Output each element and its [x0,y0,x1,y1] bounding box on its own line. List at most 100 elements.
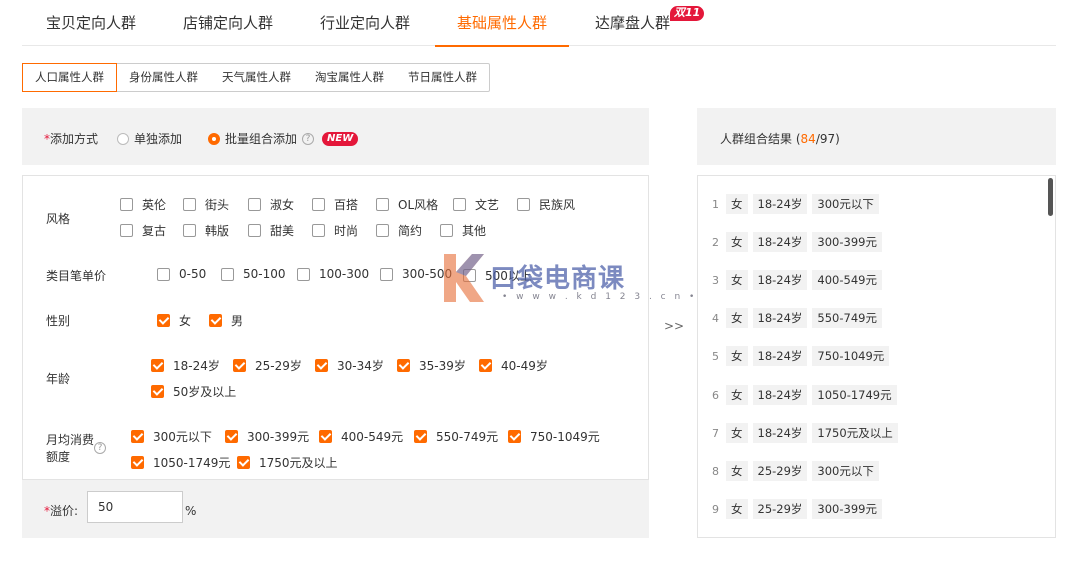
monthly-spend-label: 月均消费 额度 [46,432,94,466]
option-label: 100-300 [319,267,370,281]
spend-checkbox[interactable]: 300元以下 [131,428,212,445]
age-checkbox[interactable]: 35-39岁 [397,357,466,374]
style-checkbox[interactable]: 简约 [376,222,422,239]
premium-label: *溢价: [44,502,78,519]
spend-checkbox[interactable]: 550-749元 [414,428,498,445]
checkbox-checked [479,359,492,372]
checkbox-checked [319,430,332,443]
age-checkbox[interactable]: 30-34岁 [315,357,384,374]
subtab-identity[interactable]: 身份属性人群 [117,64,210,91]
option-label: 民族风 [539,198,576,212]
premium-bar: *溢价: 50 % [22,480,649,538]
option-label: 750-1049元 [530,430,600,444]
tag-gender: 女 [726,308,748,328]
radio-single-add[interactable]: 单独添加 [117,130,182,147]
checkbox-box [248,198,261,211]
tab-shop-targeting[interactable]: 店铺定向人群 [183,0,273,46]
option-label: 400-549元 [341,430,404,444]
gender-label: 性别 [46,314,71,328]
row-number: 7 [712,426,719,440]
option-label: 简约 [398,224,423,238]
subtab-weather[interactable]: 天气属性人群 [210,64,303,91]
price-checkbox[interactable]: 500以上 [463,267,532,284]
spend-checkbox[interactable]: 1750元及以上 [237,454,338,471]
result-row: 9 女 25-29岁 300-399元 [712,499,887,519]
spend-checkbox[interactable]: 300-399元 [225,428,309,445]
checkbox-box [380,267,393,281]
age-checkbox[interactable]: 25-29岁 [233,357,302,374]
tag-spend: 300-399元 [812,232,882,252]
result-row: 8 女 25-29岁 300元以下 [712,461,884,481]
checkbox-box [183,198,196,211]
add-to-result-button[interactable]: >> [664,319,684,333]
scrollbar[interactable] [1048,178,1053,216]
style-checkbox[interactable]: 时尚 [312,222,358,239]
style-checkbox[interactable]: 英伦 [120,196,166,213]
add-method-text: 添加方式 [50,132,99,146]
result-list[interactable]: 1 女 18-24岁 300元以下 2 女 18-24岁 300-399元 3 … [697,175,1056,538]
add-method-label: *添加方式 [44,130,98,147]
checkbox-checked [508,430,521,443]
age-checkbox[interactable]: 18-24岁 [151,357,220,374]
checkbox-box [120,198,133,211]
checkbox-box [517,198,530,211]
style-checkbox[interactable]: 韩版 [183,222,229,239]
radio-batch-label: 批量组合添加 [225,132,298,146]
style-checkbox[interactable]: OL风格 [376,196,438,213]
row-number: 6 [712,388,719,402]
subtab-taobao[interactable]: 淘宝属性人群 [303,64,396,91]
style-checkbox[interactable]: 甜美 [248,222,294,239]
tag-gender: 女 [726,423,748,443]
style-checkbox[interactable]: 复古 [120,222,166,239]
spend-checkbox[interactable]: 750-1049元 [508,428,600,445]
price-checkbox[interactable]: 0-50 [157,267,206,281]
price-checkbox[interactable]: 300-500 [380,267,452,281]
tag-gender: 女 [726,346,748,366]
price-checkbox[interactable]: 50-100 [221,267,286,281]
new-badge: NEW [322,131,359,146]
tab-damo-crowd[interactable]: 达摩盘人群 双11 [595,0,705,46]
tag-age: 25-29岁 [752,499,808,519]
checkbox-box [312,198,325,211]
radio-single-label: 单独添加 [134,132,183,146]
checkbox-checked [209,314,222,327]
result-total: 97 [819,132,836,146]
style-checkbox[interactable]: 其他 [440,222,486,239]
style-checkbox[interactable]: 文艺 [453,196,499,213]
row-number: 9 [712,502,719,516]
style-checkbox[interactable]: 淑女 [248,196,294,213]
help-icon[interactable]: ? [302,132,315,145]
style-checkbox[interactable]: 百搭 [312,196,358,213]
checkbox-checked [151,385,164,398]
option-label: 40-49岁 [501,359,548,373]
spend-checkbox[interactable]: 400-549元 [319,428,403,445]
spend-checkbox[interactable]: 1050-1749元 [131,454,230,471]
tag-spend: 1750元及以上 [812,423,898,443]
row-number: 1 [712,197,719,211]
subtab-population[interactable]: 人口属性人群 [22,63,117,92]
checkbox-checked [131,456,144,469]
premium-input[interactable]: 50 [87,491,183,523]
style-checkbox[interactable]: 街头 [183,196,229,213]
tag-age: 25-29岁 [752,461,808,481]
tag-age: 18-24岁 [752,423,808,443]
age-checkbox[interactable]: 50岁及以上 [151,383,236,400]
radio-batch-add[interactable]: 批量组合添加 ? NEW [208,130,359,147]
style-checkbox[interactable]: 民族风 [517,196,575,213]
option-label: 50-100 [243,267,286,281]
tab-item-targeting[interactable]: 宝贝定向人群 [46,0,136,46]
checkbox-checked [131,430,144,443]
gender-checkbox-male[interactable]: 男 [209,312,243,329]
row-number: 4 [712,311,719,325]
age-checkbox[interactable]: 40-49岁 [479,357,548,374]
help-icon[interactable]: ? [94,442,106,454]
subtab-holiday[interactable]: 节日属性人群 [396,64,489,91]
tab-industry-targeting[interactable]: 行业定向人群 [320,0,410,46]
tag-age: 18-24岁 [752,308,808,328]
price-label: 类目笔单价 [46,269,107,283]
tag-age: 18-24岁 [752,346,808,366]
gender-checkbox-female[interactable]: 女 [157,312,191,329]
option-label: 男 [231,314,244,328]
price-checkbox[interactable]: 100-300 [297,267,369,281]
tab-basic-attributes[interactable]: 基础属性人群 [434,0,570,47]
